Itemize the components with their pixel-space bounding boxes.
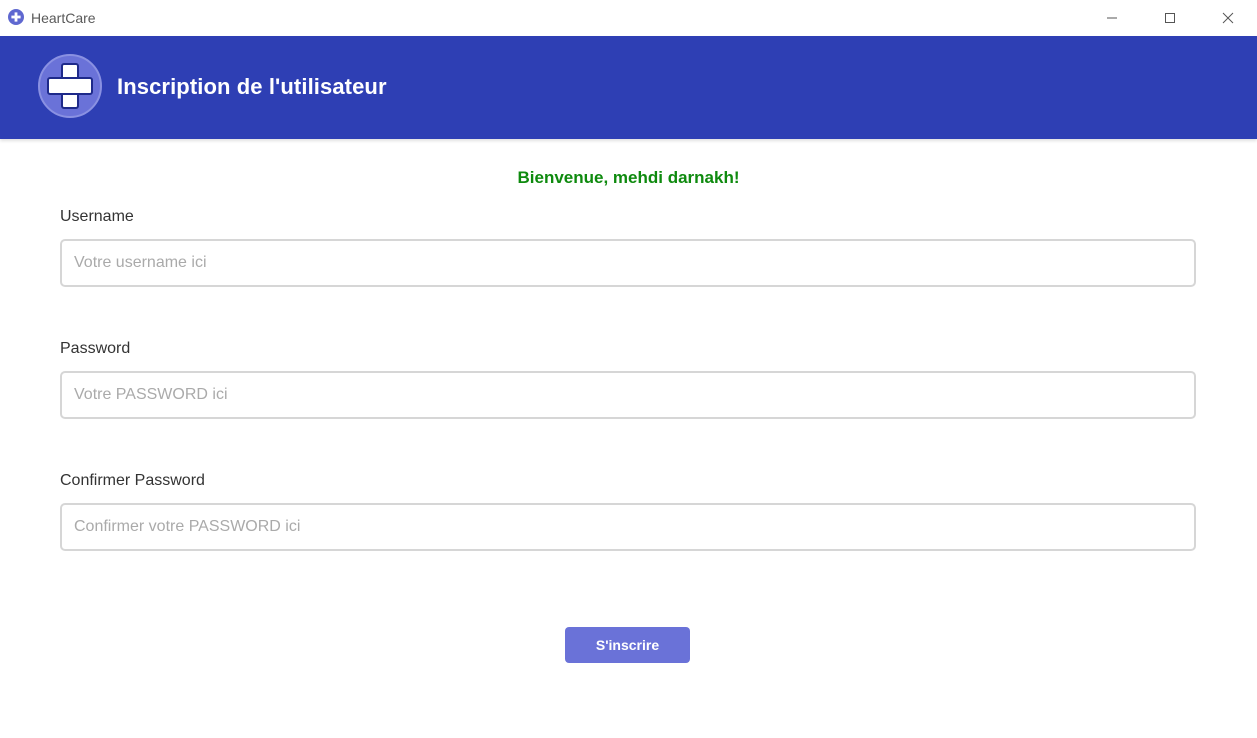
register-button[interactable]: S'inscrire bbox=[565, 627, 690, 663]
app-window: HeartCare Inscription de l'utilisateur B… bbox=[0, 0, 1257, 738]
confirm-password-input[interactable] bbox=[60, 503, 1196, 551]
username-input[interactable] bbox=[60, 239, 1196, 287]
close-button[interactable] bbox=[1199, 0, 1257, 36]
logo-plus-icon bbox=[38, 54, 102, 118]
page-title: Inscription de l'utilisateur bbox=[117, 74, 387, 99]
username-label: Username bbox=[60, 208, 134, 225]
password-input[interactable] bbox=[60, 371, 1196, 419]
page-header: Inscription de l'utilisateur bbox=[0, 36, 1257, 139]
maximize-icon bbox=[1165, 13, 1175, 23]
confirm-password-label: Confirmer Password bbox=[60, 472, 205, 489]
password-label: Password bbox=[60, 340, 131, 357]
minimize-icon bbox=[1107, 17, 1117, 19]
maximize-button[interactable] bbox=[1141, 0, 1199, 36]
app-plus-icon bbox=[8, 9, 24, 25]
close-icon bbox=[1222, 12, 1234, 24]
welcome-message: Bienvenue, mehdi darnakh! bbox=[517, 168, 740, 187]
minimize-button[interactable] bbox=[1083, 0, 1141, 36]
window-title: HeartCare bbox=[31, 10, 96, 26]
title-bar: HeartCare bbox=[0, 0, 1257, 36]
